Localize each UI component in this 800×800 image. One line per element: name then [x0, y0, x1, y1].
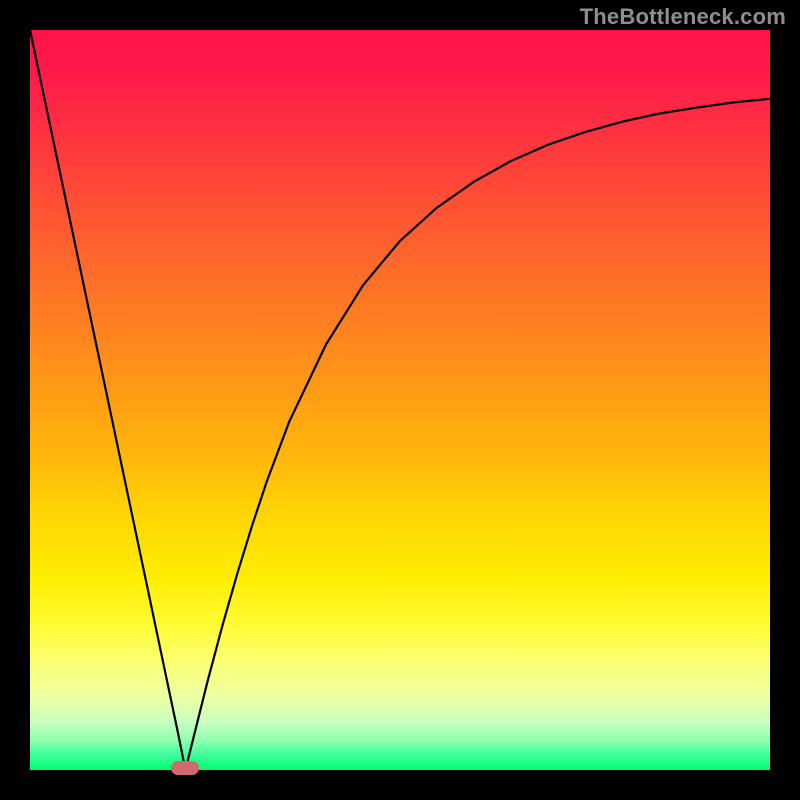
chart-frame: TheBottleneck.com — [0, 0, 800, 800]
bottleneck-curve — [30, 30, 770, 770]
optimal-marker — [171, 761, 199, 775]
watermark-text: TheBottleneck.com — [580, 4, 786, 30]
plot-area — [30, 30, 770, 770]
